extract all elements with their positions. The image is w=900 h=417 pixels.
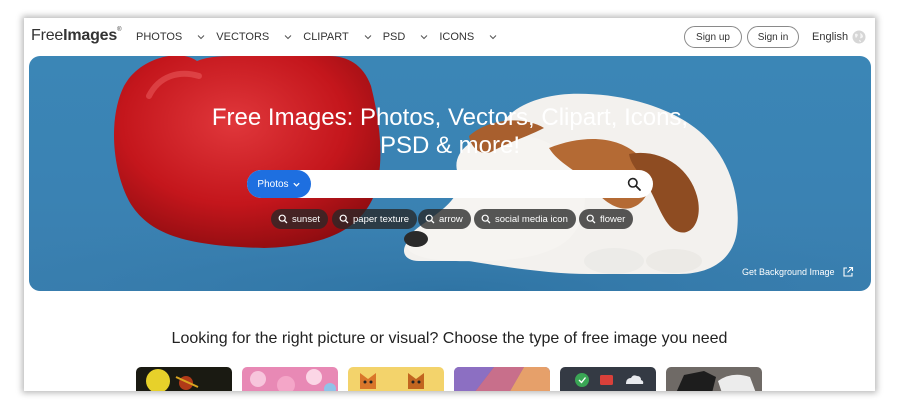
nav-photos-label: PHOTOS	[136, 31, 183, 43]
nav-icons[interactable]: ICONS	[439, 31, 498, 43]
signin-button[interactable]: Sign in	[747, 26, 799, 48]
logo-text-light: Free	[31, 27, 64, 44]
chevron-down-icon	[292, 182, 300, 187]
tag-label: paper texture	[353, 213, 409, 225]
signup-button[interactable]: Sign up	[684, 26, 742, 48]
tag-chip[interactable]: sunset	[271, 209, 328, 229]
nav-psd-label: PSD	[382, 31, 406, 43]
chevron-down-icon	[364, 35, 372, 40]
get-background-image-link[interactable]: Get Background Image	[742, 266, 854, 278]
site-logo[interactable]: FreeImages®	[31, 27, 122, 45]
category-card-icons[interactable]	[560, 367, 656, 391]
search-input[interactable]	[317, 174, 611, 196]
tag-label: flower	[600, 213, 626, 225]
tag-label: social media icon	[495, 213, 568, 225]
search-icon	[278, 214, 288, 224]
search-icon	[339, 214, 349, 224]
hero-banner: Free Images: Photos, Vectors, Clipart, I…	[29, 56, 871, 291]
tag-chip[interactable]: arrow	[418, 209, 471, 229]
chevron-down-icon	[197, 35, 205, 40]
external-link-icon	[843, 266, 853, 277]
category-card-ai[interactable]	[666, 367, 762, 391]
search-icon[interactable]	[627, 177, 641, 191]
nav-clipart[interactable]: CLIPART	[303, 31, 372, 43]
hero-title-line1: Free Images: Photos, Vectors, Clipart, I…	[211, 104, 689, 131]
psd-thumbnail	[454, 367, 550, 391]
category-card-photos[interactable]	[136, 367, 232, 391]
globe-icon	[852, 30, 866, 44]
language-label: English	[812, 31, 849, 43]
tag-chip[interactable]: paper texture	[332, 209, 417, 229]
chevron-down-icon	[284, 35, 292, 40]
browser-frame: FreeImages® PHOTOS VECTORS CLIPART PSD I…	[24, 18, 875, 391]
get-background-image-label: Get Background Image	[742, 267, 835, 277]
tag-label: sunset	[292, 213, 320, 225]
search-type-dropdown[interactable]: Photos	[247, 170, 311, 198]
tag-label: arrow	[439, 213, 463, 225]
category-card-psd[interactable]	[454, 367, 550, 391]
main-nav: PHOTOS VECTORS CLIPART PSD ICONS	[136, 18, 508, 56]
category-card-vectors[interactable]	[242, 367, 338, 391]
search-icon	[425, 214, 435, 224]
nav-vectors[interactable]: VECTORS	[216, 31, 293, 43]
tag-chip[interactable]: social media icon	[474, 209, 576, 229]
language-selector[interactable]: English	[812, 30, 866, 44]
nav-clipart-label: CLIPART	[303, 31, 349, 43]
photo-thumbnail	[136, 367, 232, 391]
clipart-thumbnail	[348, 367, 444, 391]
tag-chip[interactable]: flower	[579, 209, 634, 229]
apparel-thumbnail	[666, 367, 762, 391]
nav-vectors-label: VECTORS	[216, 31, 270, 43]
search-icon	[586, 214, 596, 224]
category-card-clipart[interactable]	[348, 367, 444, 391]
chevron-down-icon	[420, 35, 428, 40]
section-title: Looking for the right picture or visual?…	[171, 330, 728, 347]
nav-psd[interactable]: PSD	[383, 31, 430, 43]
search-bar: Photos	[247, 170, 653, 198]
nav-photos[interactable]: PHOTOS	[136, 31, 206, 43]
nav-icons-label: ICONS	[439, 31, 475, 43]
vector-thumbnail	[242, 367, 338, 391]
logo-text-bold: Images	[63, 27, 118, 44]
hero-title-line2: PSD & more!	[379, 132, 521, 159]
search-icon	[481, 214, 491, 224]
site-header: FreeImages® PHOTOS VECTORS CLIPART PSD I…	[24, 18, 875, 56]
hero-title: Free Images: Photos, Vectors, Clipart, I…	[29, 104, 871, 160]
icons-thumbnail	[560, 367, 656, 391]
chevron-down-icon	[489, 35, 497, 40]
search-type-label: Photos	[257, 178, 289, 190]
logo-mark: ®	[117, 27, 122, 33]
